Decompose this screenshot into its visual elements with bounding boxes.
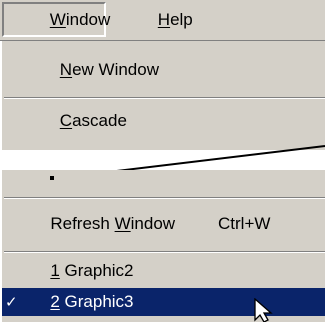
cascade-label: ascade [72,111,127,130]
refresh-prefix: Refresh [50,214,115,233]
menu-bar: Window Help [0,0,325,41]
menu-item-cascade[interactable]: Cascade [2,103,325,139]
menu-window[interactable]: Window [2,2,110,37]
menu-item-refresh-window[interactable]: Refresh Window Ctrl+W [2,206,325,242]
top-menu-panel: Window Help New Window Cascade [0,0,325,150]
new-window-mnemonic: N [59,60,73,79]
menu-help-mnemonic: H [157,9,171,29]
graphic3-label: Graphic3 [59,292,134,311]
menu-item-new-window[interactable]: New Window [2,52,325,88]
window-menu-dropdown-top: New Window Cascade [0,41,325,150]
refresh-mnemonic: W [114,214,131,233]
menu-help[interactable]: Help [112,2,193,37]
mouse-cursor-icon [254,298,273,322]
menu-window-label: indow [65,9,111,29]
partial-menu-item-glyph [50,176,54,180]
cascade-mnemonic: C [59,111,73,130]
menu-help-label: elp [170,9,193,29]
new-window-label: ew Window [72,60,159,79]
refresh-shortcut: Ctrl+W [218,214,271,233]
refresh-label: indow [130,214,176,233]
menu-window-mnemonic: W [49,9,66,29]
window-menu-dropdown-bottom-edge [0,170,325,197]
graphic3-number: 2 [50,292,60,311]
checkmark-icon: ✓ [5,294,18,311]
